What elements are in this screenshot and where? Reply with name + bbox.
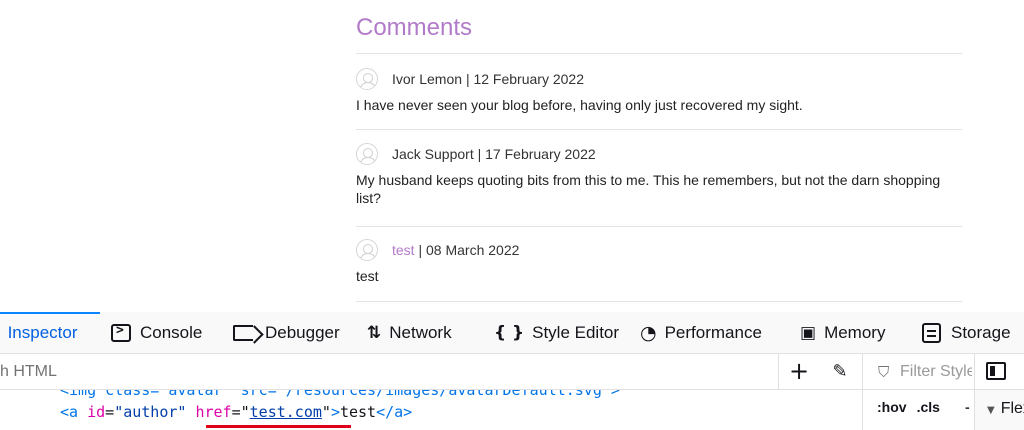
tab-label: Inspector [7, 322, 78, 342]
sidebar-toggle-icon[interactable] [986, 362, 1006, 380]
comment-author-link[interactable]: test [392, 242, 415, 258]
avatar-icon [356, 68, 378, 90]
divider [356, 129, 962, 130]
pseudo-class-toggles: :hov .cls [877, 399, 950, 415]
attr-name-href: href [195, 403, 232, 421]
hov-toggle[interactable]: :hov [877, 399, 907, 415]
flex-label: Flex [1000, 400, 1024, 417]
red-underline-annotation [206, 425, 351, 428]
comment-body: I have never seen your blog before, havi… [356, 97, 803, 113]
markup-view: <img class="avatar" src="/resources/imag… [0, 390, 862, 430]
style-editor-icon: { } [494, 322, 525, 343]
comment-body: test [356, 268, 379, 284]
toolbar-divider [778, 354, 779, 390]
tab-memory[interactable]: ▣ Memory [800, 312, 885, 353]
more-toggle[interactable]: - [965, 399, 970, 415]
performance-icon: ◔ [640, 321, 657, 344]
expand-triangle-icon: ▼ [987, 405, 995, 416]
comment-item: Ivor Lemon | 12 February 2022 I have nev… [356, 67, 962, 114]
tab-label: Network [389, 322, 452, 342]
comment-separator: | [418, 242, 423, 258]
network-icon: ⇅ [367, 322, 382, 343]
tab-console[interactable]: Console [111, 312, 202, 353]
comment-separator: | [477, 146, 482, 162]
rules-pane: :hov .cls - [862, 390, 974, 430]
tab-inspector[interactable]: ⌖ Inspector [0, 312, 78, 353]
divider [356, 301, 962, 302]
console-icon [111, 323, 131, 342]
devtools-panel: ⌖ Inspector Console Debugger ⇅ Network {… [0, 312, 1024, 430]
comment-author: Jack Support [392, 146, 474, 162]
markup-line-anchor[interactable]: <a id="author" href="test.com">test</a> [60, 403, 412, 421]
tab-network[interactable]: ⇅ Network [367, 312, 452, 353]
comment-body: My husband keeps quoting bits from this … [356, 172, 941, 206]
tab-label: Console [140, 322, 203, 342]
storage-icon [922, 322, 941, 343]
comment-item: Jack Support | 17 February 2022 My husba… [356, 142, 962, 207]
tab-label: Storage [951, 322, 1011, 342]
tag-open: <a [60, 403, 79, 421]
tab-performance[interactable]: ◔ Performance [640, 312, 762, 353]
markup-line-img[interactable]: <img class="avatar" src="/resources/imag… [60, 390, 620, 399]
attr-name-id: id [87, 403, 106, 421]
layout-pane: ▼ Flex [974, 390, 1024, 430]
tab-label: Style Editor [532, 322, 620, 342]
comment-author: Ivor Lemon [392, 71, 463, 87]
add-node-button[interactable]: + [787, 357, 811, 385]
tab-storage[interactable]: Storage [922, 312, 1011, 353]
toolbar-divider [974, 354, 975, 390]
divider [356, 53, 962, 54]
tab-style-editor[interactable]: { } Style Editor [494, 312, 619, 353]
tab-label: Debugger [265, 322, 340, 342]
devtools-tabbar: ⌖ Inspector Console Debugger ⇅ Network {… [0, 312, 1024, 354]
attr-value-href-link[interactable]: test.com [250, 403, 322, 421]
attr-value-id[interactable]: "author" [114, 403, 186, 421]
comment-separator: | [465, 71, 470, 87]
anchor-text: test [339, 403, 377, 421]
search-html-input[interactable]: h HTML [0, 363, 57, 381]
toolbar-divider [862, 354, 863, 390]
filter-icon: ⛉ [878, 363, 890, 381]
tab-label: Performance [664, 322, 762, 342]
tab-debugger[interactable]: Debugger [233, 312, 340, 353]
comment-date: 12 February 2022 [473, 71, 584, 87]
comments-section: Comments Ivor Lemon | 12 February 2022 I… [356, 0, 962, 312]
memory-icon: ▣ [800, 322, 817, 343]
debugger-icon [233, 324, 253, 341]
tab-label: Memory [824, 322, 886, 342]
comment-item: test | 08 March 2022 test [356, 238, 962, 285]
cls-toggle[interactable]: .cls [917, 399, 940, 415]
comment-date: 17 February 2022 [485, 146, 596, 162]
eyedropper-icon[interactable]: ✎ [828, 359, 852, 383]
avatar-icon [356, 143, 378, 165]
comment-date: 08 March 2022 [426, 242, 520, 258]
flex-section-toggle[interactable]: ▼ Flex [987, 400, 1024, 418]
inspector-toolbar: h HTML + ✎ ⛉ Filter Styles [0, 354, 1024, 390]
divider [356, 226, 962, 227]
filter-styles-input[interactable]: Filter Styles [900, 363, 972, 381]
comments-title: Comments [356, 14, 473, 41]
avatar-icon [356, 239, 378, 261]
tag-close: </a> [376, 403, 413, 421]
